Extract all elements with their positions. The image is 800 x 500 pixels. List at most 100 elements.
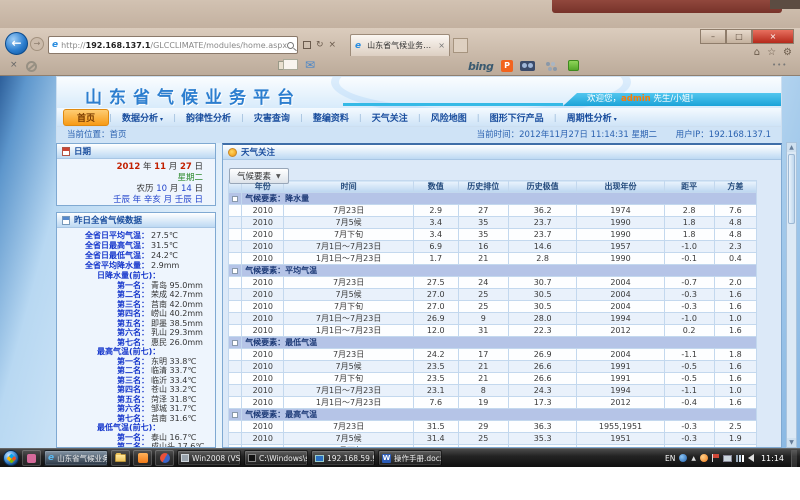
table-cell: 27.5 (413, 277, 458, 289)
volume-tray-icon[interactable] (748, 454, 754, 462)
nav-item-4[interactable]: 整编资料 (303, 110, 359, 125)
forward-button[interactable]: → (30, 37, 44, 51)
search-icon[interactable] (287, 42, 294, 49)
nav-item-2[interactable]: 韵律性分析 (176, 110, 241, 125)
table-cell: 7.6 (413, 397, 458, 409)
show-desktop-button[interactable] (791, 450, 797, 467)
table-row[interactable]: 20107月5候23.52126.61991-0.51.6 (229, 361, 757, 373)
nav-item-3[interactable]: 灾害查询 (244, 110, 300, 125)
pinyin-badge-icon[interactable]: P (501, 60, 513, 72)
search-dropdown-icon[interactable]: ▾ (297, 42, 298, 49)
nav-item-5[interactable]: 天气关注 (362, 110, 418, 125)
checkbox-icon[interactable] (232, 196, 238, 202)
nav-item-1[interactable]: 数据分析 ▾ (112, 110, 173, 125)
taskbar-window-5[interactable]: Win2008 (VS2... (177, 450, 241, 466)
mail-icon[interactable]: ✉ (305, 58, 315, 72)
table-cell: 2010 (242, 325, 284, 337)
language-indicator[interactable]: EN (665, 454, 675, 463)
scroll-up-icon[interactable]: ▲ (787, 143, 796, 152)
settings-gear-icon[interactable]: ⚙ (783, 47, 792, 58)
table-cell: -1.1 (664, 349, 714, 361)
table-cell: 31.5 (413, 421, 458, 433)
table-row[interactable]: 20107月下旬27.02530.52004-0.31.6 (229, 301, 757, 313)
close-button[interactable]: × (752, 29, 794, 44)
table-row[interactable]: 20107月下旬3.43523.719901.84.8 (229, 229, 757, 241)
pinned-app-icon[interactable] (22, 450, 41, 466)
table-cell: 2010 (242, 433, 284, 445)
gregorian-date: 2012 年 11 月 27 日 (57, 162, 215, 173)
start-button[interactable] (3, 450, 19, 466)
nav-item-6[interactable]: 风险地图 (421, 110, 477, 125)
taskbar-window-7[interactable]: 192.168.59.99... (311, 450, 375, 466)
table-group-row[interactable]: 气候要素：最低气温 (229, 337, 757, 349)
table-cell: 31.4 (413, 433, 458, 445)
table-group-row[interactable]: 气候要素：降水量 (229, 193, 757, 205)
table-row[interactable]: 20107月5候3.43523.719901.84.8 (229, 217, 757, 229)
favorites-star-icon[interactable]: ☆ (767, 47, 776, 58)
table-cell: 1.6 (714, 397, 756, 409)
compatibility-icon[interactable] (303, 41, 311, 49)
home-icon[interactable]: ⌂ (754, 47, 760, 58)
taskbar-window-1[interactable]: e山东省气候业务平... (44, 450, 108, 466)
green-app-icon[interactable] (568, 60, 579, 71)
table-row[interactable]: 20107月23日31.52936.31955,1951-0.32.5 (229, 421, 757, 433)
cards-icon[interactable] (278, 61, 291, 70)
taskbar-window-8[interactable]: W操作手册.docx ... (378, 450, 442, 466)
table-row[interactable]: 20101月1日～7月23日7.61917.32012-0.41.6 (229, 397, 757, 409)
browser-tab[interactable]: e 山东省气候业务平... × (350, 34, 450, 56)
media-app-icon-glyph (160, 453, 170, 463)
table-row[interactable]: 20107月5候27.02530.52004-0.31.6 (229, 289, 757, 301)
app-tray-icon[interactable] (700, 454, 708, 462)
nav-item-7[interactable]: 图形下行产品 (480, 110, 554, 125)
action-center-flag-icon[interactable] (712, 454, 719, 462)
checkbox-icon[interactable] (232, 412, 238, 418)
bing-logo[interactable]: bing (468, 60, 493, 73)
antivirus-tray-icon[interactable] (679, 454, 687, 462)
group-checkbox-cell (229, 337, 242, 349)
new-tab-button[interactable] (453, 38, 468, 53)
toolbar-close-icon[interactable]: × (10, 60, 18, 70)
maximize-button[interactable]: □ (726, 29, 752, 44)
table-cell: -0.5 (664, 361, 714, 373)
page-scrollbar[interactable]: ▲ ▼ (786, 142, 797, 448)
refresh-icon[interactable]: ↻ (316, 40, 324, 50)
table-row[interactable]: 20107月23日2.92736.219742.87.6 (229, 205, 757, 217)
scrollbar-thumb[interactable] (788, 154, 795, 224)
paw-icon[interactable] (546, 62, 550, 66)
table-row[interactable]: 20107月1日～7月23日26.9928.01994-1.01.0 (229, 313, 757, 325)
checkbox-icon[interactable] (232, 268, 238, 274)
more-options-dots[interactable]: ••• (772, 61, 787, 69)
table-group-row[interactable]: 气候要素：平均气温 (229, 265, 757, 277)
table-group-row[interactable]: 气候要素：最高气温 (229, 409, 757, 421)
camera-icon[interactable] (520, 61, 535, 71)
checkbox-icon[interactable] (232, 340, 238, 346)
orange-app-icon[interactable] (133, 450, 152, 466)
table-row[interactable]: 20107月1日～7月23日23.1824.31994-1.11.0 (229, 385, 757, 397)
table-row[interactable]: 20107月下旬23.52126.61991-0.51.6 (229, 373, 757, 385)
welcome-banner: 欢迎您，admin 先生/小姐! (563, 93, 781, 106)
table-row[interactable]: 20101月1日～7月23日1.7212.81990-0.10.4 (229, 253, 757, 265)
stop-icon[interactable]: × (329, 40, 337, 50)
display-tray-icon[interactable] (723, 455, 732, 462)
group-label: 气候要素：降水量 (242, 193, 757, 205)
table-row[interactable]: 20107月23日27.52430.72004-0.72.0 (229, 277, 757, 289)
back-button[interactable]: ← (5, 32, 28, 55)
media-app-icon[interactable] (155, 450, 174, 466)
tray-expand-icon[interactable]: ▲ (691, 455, 696, 462)
nav-item-8[interactable]: 周期性分析 ▾ (557, 110, 627, 125)
table-row[interactable]: 20107月5候31.42535.31951-0.31.9 (229, 433, 757, 445)
table-row[interactable]: 20101月1日～7月23日12.03122.320120.21.6 (229, 325, 757, 337)
table-cell: 2.5 (714, 421, 756, 433)
table-cell: 30.5 (508, 289, 577, 301)
scroll-down-icon[interactable]: ▼ (787, 438, 796, 447)
nav-item-0[interactable]: 首页 (63, 109, 109, 126)
tab-close-icon[interactable]: × (438, 41, 445, 50)
table-row[interactable]: 20107月23日24.21726.92004-1.11.8 (229, 349, 757, 361)
explorer-icon[interactable] (111, 450, 130, 466)
address-bar[interactable]: e http://192.168.137.1/GLCCLIMATE/module… (48, 36, 298, 54)
table-row[interactable]: 20107月1日～7月23日6.91614.61957-1.02.3 (229, 241, 757, 253)
taskbar-clock[interactable]: 11:14 (758, 454, 787, 463)
taskbar-window-6[interactable]: C:\Windows\s... (244, 450, 308, 466)
minimize-button[interactable]: – (700, 29, 726, 44)
network-tray-icon[interactable] (736, 455, 744, 462)
